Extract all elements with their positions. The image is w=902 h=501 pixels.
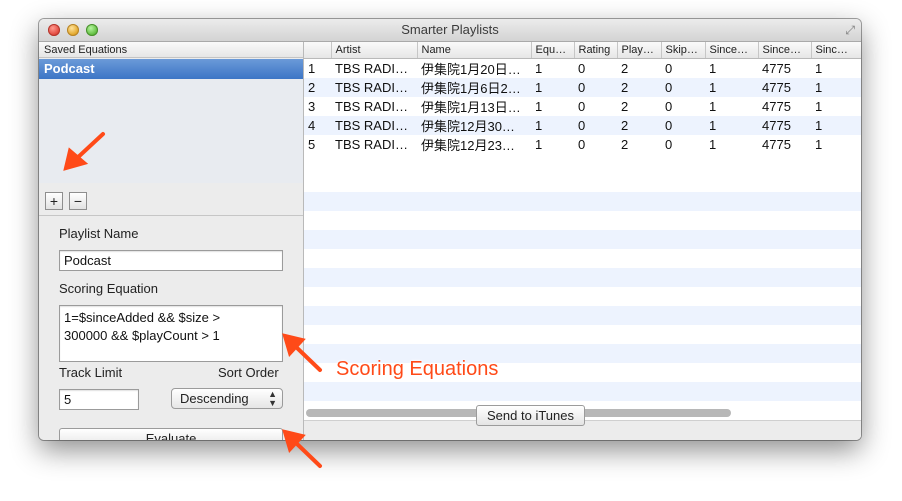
arrow-icon xyxy=(63,132,105,171)
arrow-icon xyxy=(282,333,322,372)
annotation-arrows xyxy=(63,132,322,468)
arrow-icon xyxy=(282,429,322,468)
